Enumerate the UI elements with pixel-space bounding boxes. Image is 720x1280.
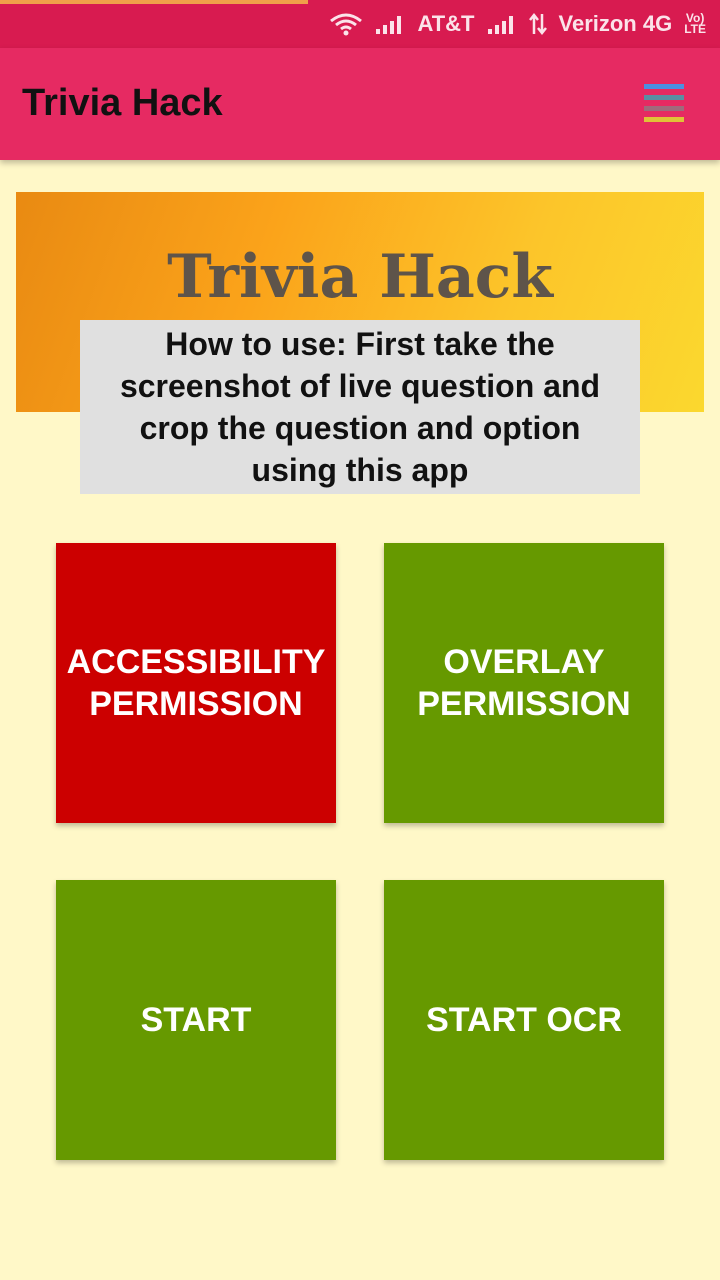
signal-icon xyxy=(375,13,405,35)
start-label: START xyxy=(140,1001,252,1039)
volte-bottom-label: LTE xyxy=(684,22,706,36)
instructions-box: How to use: First take the screenshot of… xyxy=(80,320,640,494)
app-bar: Trivia Hack xyxy=(0,48,720,160)
status-icons: AT&T Verizon 4G Vo) LTE xyxy=(329,0,706,48)
volte-icon: Vo) LTE xyxy=(684,12,706,36)
data-arrows-icon xyxy=(528,12,547,36)
banner-heading: Trivia Hack xyxy=(167,242,553,312)
status-progress-line xyxy=(0,0,308,4)
app-title: Trivia Hack xyxy=(22,82,223,124)
carrier-1-label: AT&T xyxy=(417,11,475,36)
carrier-2-label: Verizon 4G xyxy=(558,11,673,36)
start-ocr-button[interactable]: START OCR xyxy=(384,880,664,1160)
start-button[interactable]: START xyxy=(56,880,336,1160)
status-bar: AT&T Verizon 4G Vo) LTE xyxy=(0,0,720,48)
start-ocr-label: START OCR xyxy=(426,1001,622,1039)
accessibility-permission-label: ACCESSIBILITY PERMISSION xyxy=(66,643,326,723)
overlay-permission-label: OVERLAY PERMISSION xyxy=(417,643,631,723)
overlay-permission-button[interactable]: OVERLAY PERMISSION xyxy=(384,543,664,823)
wifi-icon xyxy=(329,12,363,36)
instructions-text: How to use: First take the screenshot of… xyxy=(119,326,601,488)
menu-icon[interactable] xyxy=(644,84,684,124)
accessibility-permission-button[interactable]: ACCESSIBILITY PERMISSION xyxy=(56,543,336,823)
signal-icon xyxy=(487,13,517,35)
